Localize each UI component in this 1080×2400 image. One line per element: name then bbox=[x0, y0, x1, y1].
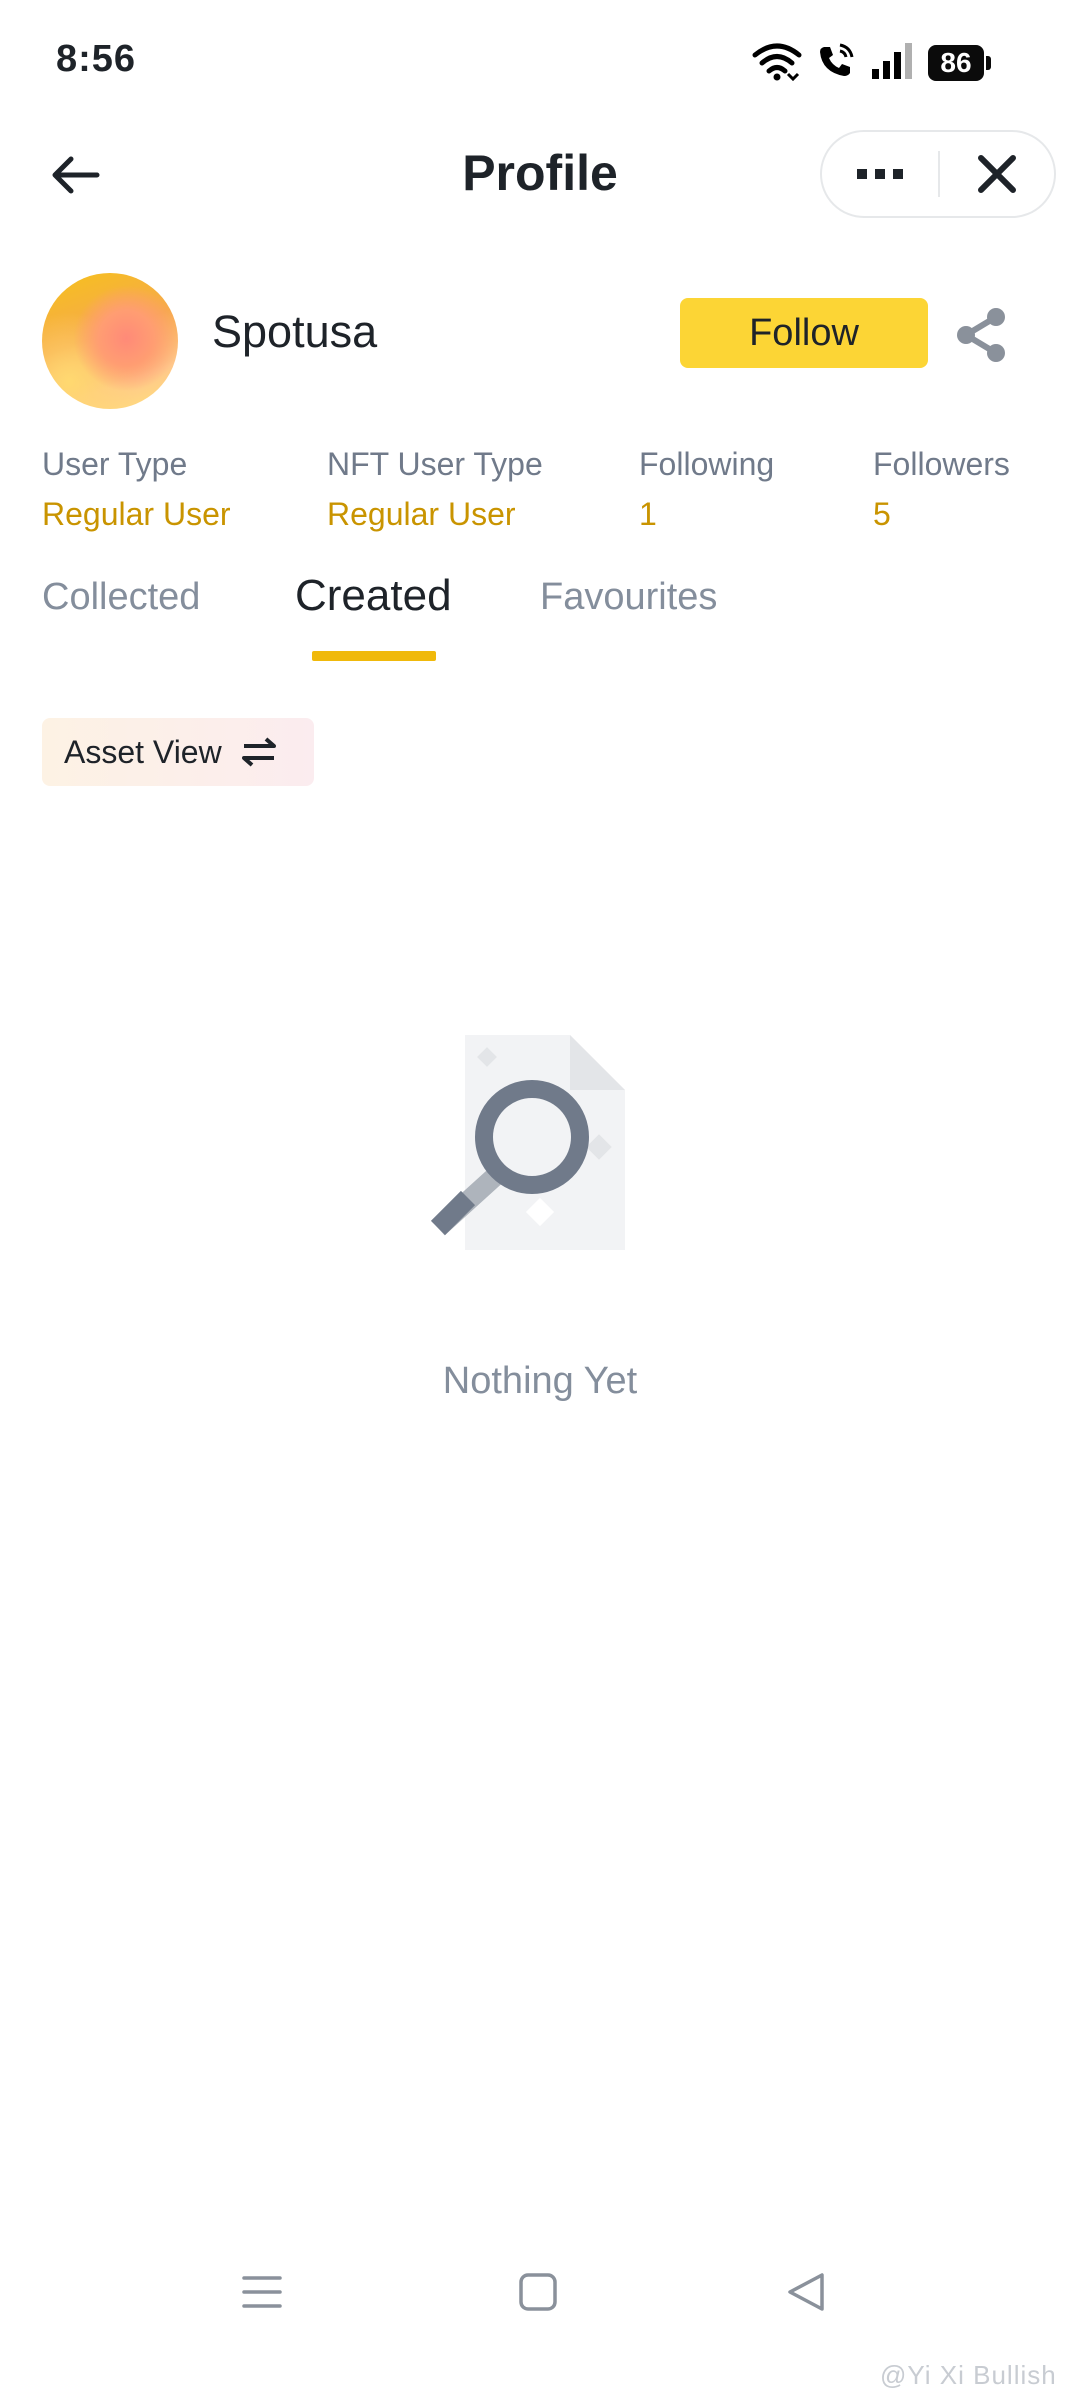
stat-label-user-type: User Type bbox=[42, 446, 188, 482]
username: Spotusa bbox=[212, 306, 378, 357]
asset-view-toggle[interactable]: Asset View bbox=[42, 718, 314, 786]
close-button[interactable] bbox=[940, 132, 1054, 216]
watermark: @Yi Xi Bullish bbox=[880, 2360, 1057, 2390]
search-document-icon bbox=[430, 1035, 625, 1250]
tab-favourites[interactable]: Favourites bbox=[540, 576, 717, 619]
stat-value-followers[interactable]: 5 bbox=[873, 496, 891, 533]
stat-value-following[interactable]: 1 bbox=[639, 496, 657, 533]
nav-back-button[interactable] bbox=[776, 2262, 836, 2322]
more-button[interactable] bbox=[822, 132, 938, 216]
stat-value-user-type: Regular User bbox=[42, 496, 231, 532]
back-triangle-icon bbox=[788, 2273, 824, 2311]
tab-active-indicator bbox=[312, 651, 436, 661]
tab-created[interactable]: Created bbox=[295, 571, 452, 621]
swap-icon bbox=[241, 737, 276, 767]
mini-program-capsule bbox=[820, 130, 1056, 218]
close-icon bbox=[978, 155, 1016, 193]
empty-state-text: Nothing Yet bbox=[442, 1360, 638, 1402]
share-icon bbox=[957, 308, 1005, 362]
follow-button[interactable]: Follow bbox=[680, 298, 928, 368]
stat-value-nft-user-type: Regular User bbox=[327, 496, 516, 532]
stat-label-following[interactable]: Following bbox=[639, 446, 774, 483]
asset-view-label: Asset View bbox=[64, 733, 222, 770]
stat-label-followers[interactable]: Followers bbox=[873, 446, 1010, 483]
home-icon bbox=[519, 2273, 557, 2311]
nav-home-button[interactable] bbox=[508, 2262, 568, 2322]
menu-icon bbox=[242, 2276, 282, 2308]
stat-label-nft-user-type: NFT User Type bbox=[327, 446, 543, 482]
status-icons: 86 bbox=[752, 40, 991, 86]
tab-collected[interactable]: Collected bbox=[42, 576, 200, 619]
signal-icon bbox=[870, 41, 914, 86]
screen: 8:56 86 Profile Spotusa Follow User Type… bbox=[0, 0, 1080, 2400]
nav-menu-button[interactable] bbox=[232, 2262, 292, 2322]
battery-icon: 86 bbox=[928, 45, 991, 81]
more-icon bbox=[857, 169, 903, 179]
status-time: 8:56 bbox=[56, 38, 137, 80]
avatar bbox=[42, 273, 178, 409]
wifi-icon bbox=[752, 41, 802, 86]
wifi-call-icon bbox=[816, 41, 856, 86]
share-button[interactable] bbox=[950, 304, 1012, 366]
